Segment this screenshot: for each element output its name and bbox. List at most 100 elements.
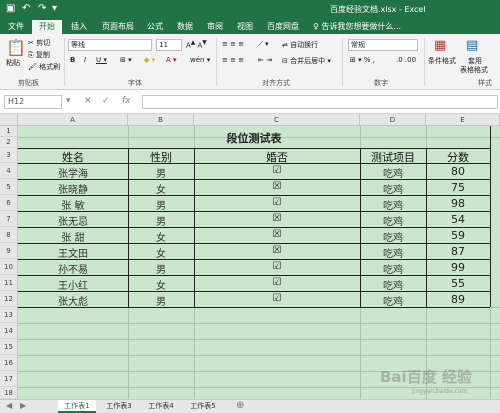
cell-score[interactable]: 98 <box>426 197 490 210</box>
cut-button[interactable]: ✂ 剪切 <box>28 38 50 48</box>
font-size-select[interactable]: 11 <box>156 39 182 51</box>
cell-test[interactable]: 吃鸡 <box>360 197 426 212</box>
font-color-icon[interactable]: A ▾ <box>166 56 177 64</box>
underline-icon[interactable]: U ▾ <box>96 56 107 64</box>
row-header-2[interactable]: 2 <box>0 137 18 148</box>
format-as-table-icon[interactable]: ▤ <box>466 38 478 53</box>
tab-page-layout[interactable]: 页面布局 <box>98 20 138 34</box>
row-header-10[interactable]: 10 <box>0 259 18 275</box>
checkbox-married[interactable]: ☒ <box>194 245 360 256</box>
copy-button[interactable]: ⎘ 复制 <box>28 50 50 60</box>
wrap-text-button[interactable]: ⇌ 自动换行 <box>282 40 318 50</box>
sheet-tab-5[interactable]: 工作表5 <box>184 400 222 413</box>
align-top-icon[interactable]: ≡ ≡ ≡ <box>222 40 244 48</box>
tab-baidu-netdisk[interactable]: 百度网盘 <box>264 20 302 34</box>
column-header-e[interactable]: E <box>426 114 500 126</box>
font-size-grow-icon[interactable]: A▲ A▼ <box>186 40 207 49</box>
cell-name[interactable]: 张学海 <box>18 165 128 180</box>
cancel-icon[interactable]: ✕ <box>84 96 92 106</box>
scroll-left-icon[interactable]: ◀ <box>6 401 12 410</box>
row-header-4[interactable]: 4 <box>0 163 18 179</box>
tab-formulas[interactable]: 公式 <box>142 20 168 34</box>
row-header-17[interactable]: 17 <box>0 371 18 387</box>
orientation-icon[interactable]: ⟋ ▾ <box>258 40 269 49</box>
cell-score[interactable]: 89 <box>426 293 490 306</box>
cell-gender[interactable]: 女 <box>128 181 194 196</box>
decimal-icon[interactable]: .0 .00 <box>396 56 416 64</box>
cell-gender[interactable]: 男 <box>128 197 194 212</box>
cell-score[interactable]: 54 <box>426 213 490 226</box>
column-header-d[interactable]: D <box>360 114 426 126</box>
row-header-5[interactable]: 5 <box>0 179 18 195</box>
row-header-1[interactable]: 1 <box>0 126 18 137</box>
cell-gender[interactable]: 女 <box>128 245 194 260</box>
cell-name[interactable]: 王小红 <box>18 277 128 292</box>
tab-insert[interactable]: 插入 <box>66 20 92 34</box>
conditional-format-button[interactable]: 条件格式 <box>428 56 456 66</box>
cell-gender[interactable]: 女 <box>128 229 194 244</box>
row-header-14[interactable]: 14 <box>0 323 18 339</box>
checkbox-married[interactable]: ☑ <box>194 293 360 304</box>
cell-score[interactable]: 55 <box>426 277 490 290</box>
paste-button[interactable]: 粘贴 <box>6 58 20 68</box>
column-header-a[interactable]: A <box>18 114 128 126</box>
cell-test[interactable]: 吃鸡 <box>360 229 426 244</box>
cell-test[interactable]: 吃鸡 <box>360 181 426 196</box>
fill-color-icon[interactable]: ◆ ▾ <box>144 56 155 64</box>
cell-name[interactable]: 王文田 <box>18 245 128 260</box>
row-header-9[interactable]: 9 <box>0 243 18 259</box>
save-icon[interactable]: ▣ <box>6 3 15 14</box>
phonetic-icon[interactable]: wén ▾ <box>190 56 210 64</box>
paste-icon[interactable]: 📋 <box>6 38 26 57</box>
cell-gender[interactable]: 男 <box>128 261 194 276</box>
cell-test[interactable]: 吃鸡 <box>360 245 426 260</box>
cell-gender[interactable]: 男 <box>128 165 194 180</box>
cell-test[interactable]: 吃鸡 <box>360 277 426 292</box>
tab-review[interactable]: 审阅 <box>202 20 228 34</box>
number-format-select[interactable]: 常规 <box>348 39 418 51</box>
cell-name[interactable]: 张 敏 <box>18 197 128 212</box>
scroll-right-icon[interactable]: ▶ <box>20 401 26 410</box>
cell-test[interactable]: 吃鸡 <box>360 293 426 308</box>
indent-icon[interactable]: ⇤ ⇥ <box>258 56 272 64</box>
row-header-13[interactable]: 13 <box>0 307 18 323</box>
align-left-icon[interactable]: ≡ ≡ ≡ <box>222 56 244 64</box>
cell-score[interactable]: 59 <box>426 229 490 242</box>
cell-score[interactable]: 80 <box>426 165 490 178</box>
bold-icon[interactable]: B <box>70 56 75 64</box>
cell-name[interactable]: 张无忌 <box>18 213 128 228</box>
cell-name[interactable]: 张 甜 <box>18 229 128 244</box>
customize-toolbar-icon[interactable]: ▾ <box>52 3 57 14</box>
italic-icon[interactable]: I <box>84 56 86 64</box>
sheet-tab-4[interactable]: 工作表4 <box>142 400 180 413</box>
name-box[interactable]: H12 <box>4 95 62 109</box>
conditional-format-icon[interactable]: ▦ <box>434 38 446 53</box>
cell-score[interactable]: 75 <box>426 181 490 194</box>
format-painter-button[interactable]: 🖌 格式刷 <box>28 62 60 72</box>
select-all-corner[interactable] <box>0 114 18 126</box>
cell-score[interactable]: 87 <box>426 245 490 258</box>
cell-gender[interactable]: 男 <box>128 293 194 308</box>
font-name-select[interactable]: 等线 <box>68 39 152 51</box>
row-header-8[interactable]: 8 <box>0 227 18 243</box>
name-box-dropdown-icon[interactable]: ▾ <box>66 96 71 106</box>
row-header-6[interactable]: 6 <box>0 195 18 211</box>
redo-icon[interactable]: ↷ <box>38 3 46 14</box>
undo-icon[interactable]: ↶ <box>22 3 30 14</box>
cell-gender[interactable]: 男 <box>128 213 194 228</box>
checkbox-married[interactable]: ☑ <box>194 197 360 208</box>
checkbox-married[interactable]: ☒ <box>194 181 360 192</box>
row-header-15[interactable]: 15 <box>0 339 18 355</box>
sheet-tab-3[interactable]: 工作表3 <box>100 400 138 413</box>
confirm-icon[interactable]: ✓ <box>102 96 110 106</box>
tell-me-box[interactable]: ♀ 告诉我您想要做什么... <box>313 21 401 32</box>
accounting-icon[interactable]: ⊞ ▾ % , <box>350 56 375 64</box>
cell-test[interactable]: 吃鸡 <box>360 213 426 228</box>
insert-function-icon[interactable]: fx <box>122 96 131 106</box>
cell-test[interactable]: 吃鸡 <box>360 261 426 276</box>
column-header-b[interactable]: B <box>128 114 194 126</box>
row-header-12[interactable]: 12 <box>0 291 18 307</box>
add-sheet-icon[interactable]: ⊕ <box>236 400 244 411</box>
tab-file[interactable]: 文件 <box>4 20 28 34</box>
checkbox-married[interactable]: ☒ <box>194 213 360 224</box>
